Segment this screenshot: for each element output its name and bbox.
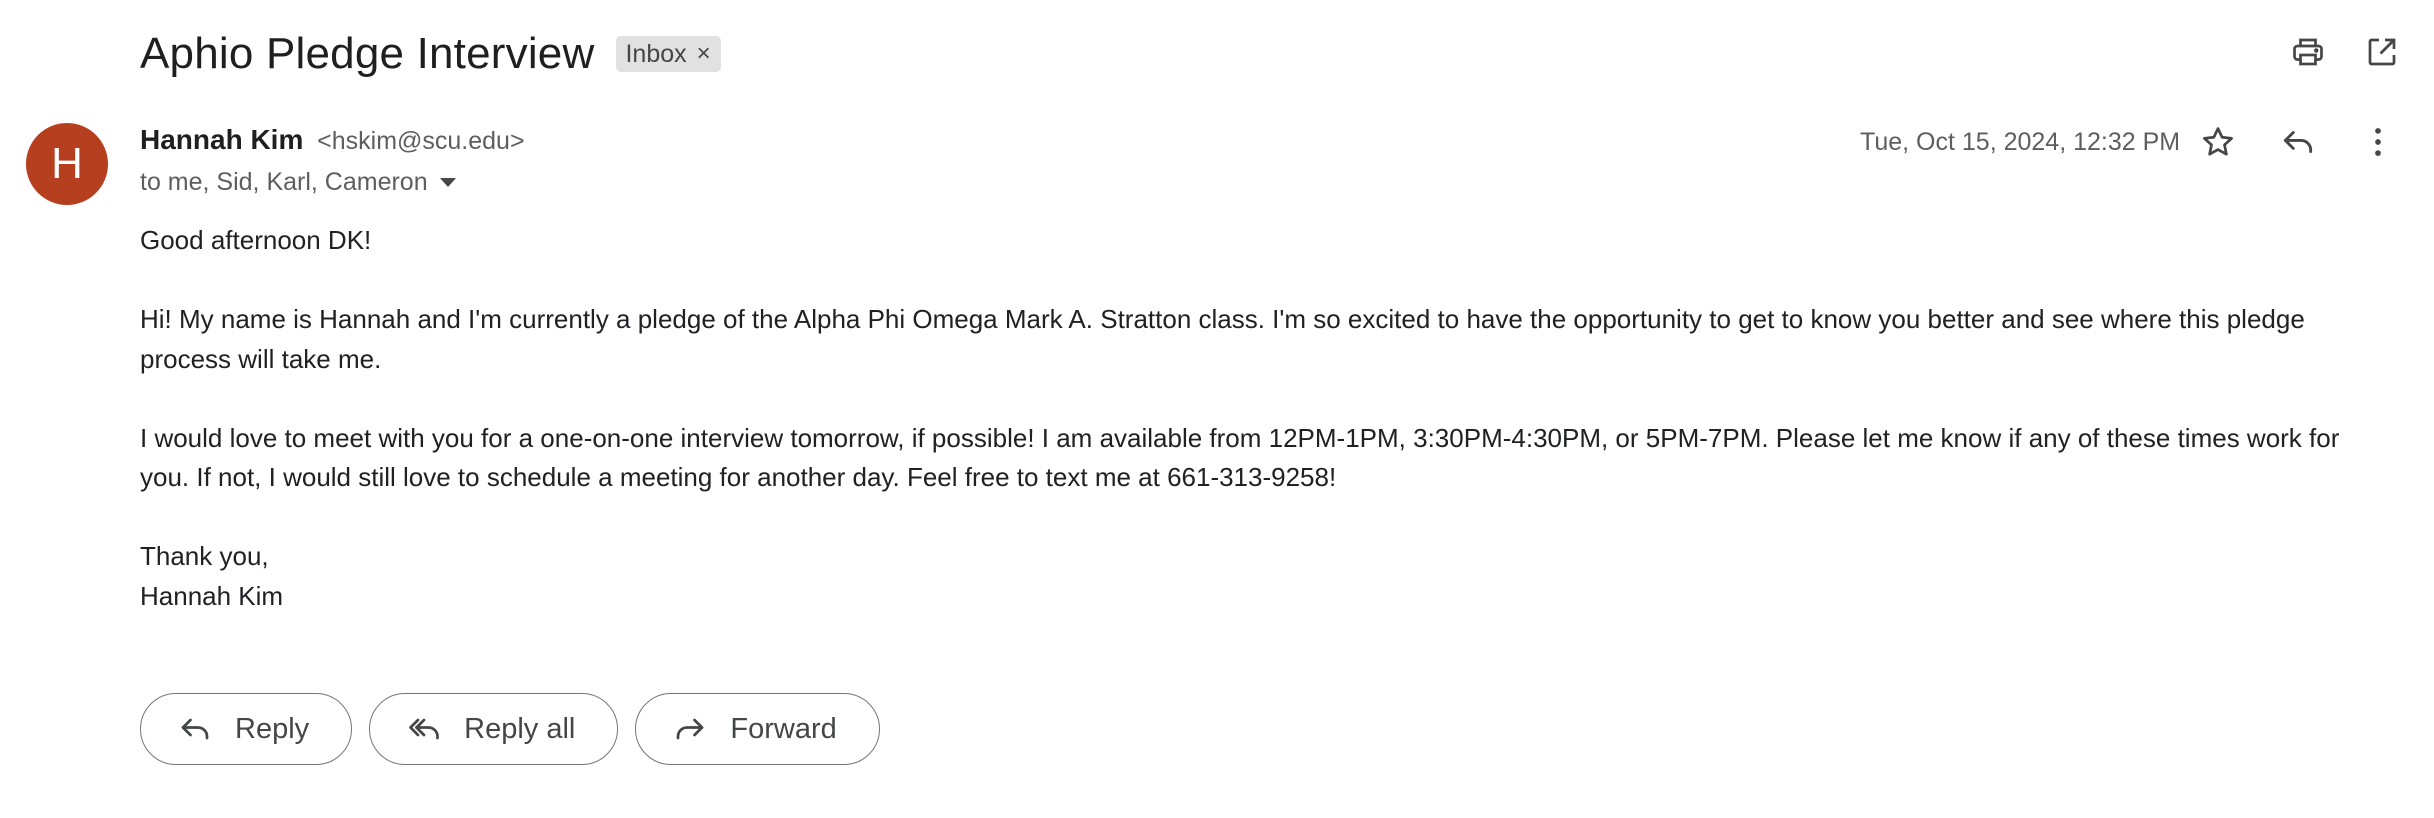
open-in-new-window-icon[interactable] — [2360, 30, 2404, 74]
sender-email: <hskim@scu.edu> — [317, 127, 525, 155]
star-icon[interactable] — [2196, 120, 2240, 164]
message-date: Tue, Oct 15, 2024, 12:32 PM — [1860, 128, 2181, 156]
chevron-down-icon[interactable] — [439, 178, 456, 187]
message-actions — [2196, 120, 2400, 164]
body-greeting: Good afternoon DK! — [140, 225, 372, 255]
more-options-icon[interactable] — [2356, 120, 2400, 164]
body-paragraph-2: I would love to meet with you for a one-… — [140, 422, 2340, 493]
reply-all-icon — [409, 718, 440, 740]
sender-avatar[interactable]: H — [26, 123, 108, 205]
reply-all-button[interactable]: Reply all — [369, 693, 619, 765]
reply-icon[interactable] — [2276, 120, 2320, 164]
label-text: Inbox — [625, 39, 687, 68]
body-signature: Hannah Kim — [140, 580, 284, 611]
body-paragraph-1: Hi! My name is Hannah and I'm currently … — [140, 304, 2305, 374]
sender-name[interactable]: Hannah Kim — [140, 124, 303, 155]
email-subject: Aphio Pledge Interview — [140, 29, 595, 78]
sender-row: Hannah Kim <hskim@scu.edu> — [140, 124, 525, 156]
remove-label-icon[interactable]: × — [697, 40, 711, 68]
reply-button[interactable]: Reply — [140, 693, 353, 765]
forward-button-label: Forward — [730, 712, 837, 745]
inbox-label-chip[interactable]: Inbox × — [616, 36, 721, 72]
recipients-toggle[interactable]: to me, Sid, Karl, Cameron — [140, 168, 456, 197]
subject-row: Aphio Pledge Interview Inbox × — [140, 22, 721, 86]
forward-icon — [677, 718, 704, 740]
print-icon[interactable] — [2286, 30, 2330, 74]
forward-button[interactable]: Forward — [635, 693, 880, 765]
message-body: Good afternoon DK! Hi! My name is Hannah… — [140, 221, 2390, 616]
top-actions — [2286, 30, 2404, 74]
recipients-text: to me, Sid, Karl, Cameron — [140, 168, 428, 196]
reply-buttons: Reply Reply all Forward — [140, 693, 880, 765]
reply-button-label: Reply — [235, 712, 310, 745]
reply-icon — [181, 718, 209, 740]
reply-all-button-label: Reply all — [464, 712, 576, 745]
body-closing: Thank you, — [140, 541, 269, 571]
